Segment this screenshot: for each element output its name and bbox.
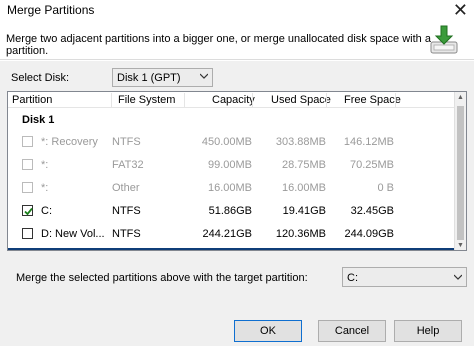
cell-used-space: 16.00MB <box>281 182 326 194</box>
checkmark-icon <box>24 207 33 216</box>
scroll-up-icon[interactable]: ▲ <box>457 94 464 101</box>
cell-capacity: 51.86GB <box>208 205 252 217</box>
table-row: *: Recovery NTFS 450.00MB 303.88MB 146.12MB <box>8 133 456 151</box>
select-disk-label: Select Disk: <box>11 72 70 84</box>
cell-partition: *: Recovery <box>41 136 98 148</box>
cell-filesystem: FAT32 <box>112 159 144 171</box>
ok-button-label: OK <box>260 325 276 337</box>
vertical-scrollbar[interactable]: ▲ ▼ <box>454 92 466 250</box>
help-button[interactable]: Help <box>394 320 462 342</box>
col-partition-header[interactable]: Partition <box>12 94 52 106</box>
table-row: *: FAT32 99.00MB 28.75MB 70.25MB <box>8 156 456 174</box>
cell-capacity: 16.00MB <box>207 182 252 194</box>
cell-capacity: 244.21GB <box>202 228 252 240</box>
merge-target-label: Merge the selected partitions above with… <box>16 272 308 284</box>
dialog-body: Select Disk: Disk 1 (GPT) Partition File… <box>0 61 474 346</box>
cell-used-space: 19.41GB <box>282 205 326 217</box>
partition-table: Partition File System Capacity Used Spac… <box>7 91 467 251</box>
title-bar: Merge Partitions ✕ <box>0 0 474 22</box>
cell-used-space: 120.36MB <box>275 228 326 240</box>
dialog-header: Merge two adjacent partitions into a big… <box>0 22 474 60</box>
cell-partition: C: <box>41 205 52 217</box>
cell-filesystem: NTFS <box>112 205 141 217</box>
chevron-down-icon <box>454 274 462 280</box>
scroll-thumb[interactable] <box>457 106 464 240</box>
close-icon[interactable]: ✕ <box>453 1 468 19</box>
row-checkbox[interactable] <box>22 228 33 239</box>
cell-free-space: 146.12MB <box>343 136 394 148</box>
row-checkbox <box>22 136 33 147</box>
target-partition-dropdown[interactable]: C: <box>342 267 467 287</box>
help-button-label: Help <box>416 325 440 337</box>
disk-group-label: Disk 1 <box>22 114 55 126</box>
col-filesystem-header[interactable]: File System <box>118 94 175 106</box>
dialog-description: Merge two adjacent partitions into a big… <box>6 33 431 57</box>
row-checkbox <box>22 159 33 170</box>
target-partition-value: C: <box>347 272 358 284</box>
col-capacity-header[interactable]: Capacity <box>212 94 255 106</box>
cell-capacity: 450.00MB <box>201 136 252 148</box>
cell-filesystem: NTFS <box>112 136 141 148</box>
scroll-down-icon[interactable]: ▼ <box>457 242 464 249</box>
select-disk-value: Disk 1 (GPT) <box>117 72 181 84</box>
cell-filesystem: Other <box>112 182 140 194</box>
cell-filesystem: NTFS <box>112 228 141 240</box>
cell-used-space: 28.75MB <box>281 159 326 171</box>
ok-button[interactable]: OK <box>234 320 302 342</box>
cell-free-space: 70.25MB <box>349 159 394 171</box>
col-used-space-header[interactable]: Used Space <box>271 94 331 106</box>
cancel-button[interactable]: Cancel <box>318 320 386 342</box>
table-row[interactable]: C: NTFS 51.86GB 19.41GB 32.45GB <box>8 202 456 220</box>
col-free-space-header[interactable]: Free Space <box>344 94 401 106</box>
cell-capacity: 99.00MB <box>207 159 252 171</box>
cell-used-space: 303.88MB <box>275 136 326 148</box>
cell-partition: D: New Vol... <box>41 228 105 240</box>
table-row: *: Other 16.00MB 16.00MB 0 B <box>8 179 456 197</box>
cell-free-space: 244.09GB <box>344 228 394 240</box>
cell-partition: *: <box>41 159 49 171</box>
table-header: Partition File System Capacity Used Spac… <box>8 92 456 108</box>
merge-download-icon <box>430 25 458 54</box>
cell-partition: *: <box>41 182 49 194</box>
row-checkbox <box>22 182 33 193</box>
cell-free-space: 0 B <box>377 182 394 194</box>
row-checkbox[interactable] <box>22 205 33 216</box>
window-title: Merge Partitions <box>7 3 95 17</box>
table-row[interactable]: UnallocatedUnallocated244.07GB0.00KB244.… <box>8 248 456 250</box>
cancel-button-label: Cancel <box>334 325 370 337</box>
select-disk-dropdown[interactable]: Disk 1 (GPT) <box>112 68 213 87</box>
table-row[interactable]: D: New Vol... NTFS 244.21GB 120.36MB 244.09G… <box>8 225 456 243</box>
cell-free-space: 32.45GB <box>350 205 394 217</box>
chevron-down-icon <box>200 73 208 79</box>
